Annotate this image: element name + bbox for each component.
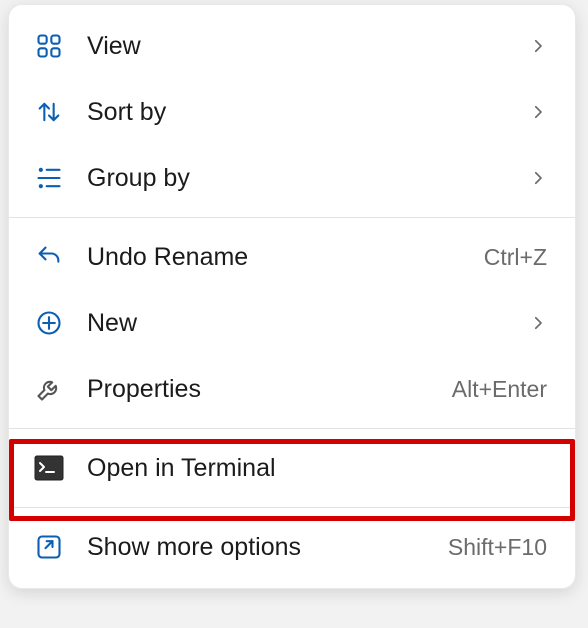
menu-item-label: Sort by bbox=[87, 98, 529, 127]
wrench-icon bbox=[31, 375, 67, 403]
menu-item-label: View bbox=[87, 32, 529, 61]
chevron-right-icon bbox=[529, 37, 547, 55]
undo-icon bbox=[31, 243, 67, 271]
menu-item-label: Properties bbox=[87, 375, 452, 404]
chevron-right-icon bbox=[529, 314, 547, 332]
menu-item-view[interactable]: View bbox=[9, 13, 575, 79]
menu-item-label: Group by bbox=[87, 164, 529, 193]
menu-item-group-by[interactable]: Group by bbox=[9, 145, 575, 211]
menu-separator bbox=[9, 507, 575, 508]
chevron-right-icon bbox=[529, 103, 547, 121]
menu-item-properties[interactable]: Properties Alt+Enter bbox=[9, 356, 575, 422]
menu-item-shortcut: Shift+F10 bbox=[448, 534, 547, 561]
menu-item-label: Show more options bbox=[87, 533, 448, 562]
menu-item-sort-by[interactable]: Sort by bbox=[9, 79, 575, 145]
grid-icon bbox=[31, 32, 67, 60]
menu-separator bbox=[9, 217, 575, 218]
menu-separator bbox=[9, 428, 575, 429]
expand-icon bbox=[31, 533, 67, 561]
chevron-right-icon bbox=[529, 169, 547, 187]
sort-icon bbox=[31, 98, 67, 126]
menu-item-label: Open in Terminal bbox=[87, 454, 547, 483]
menu-item-shortcut: Ctrl+Z bbox=[484, 244, 547, 271]
plus-circle-icon bbox=[31, 309, 67, 337]
menu-item-show-more-options[interactable]: Show more options Shift+F10 bbox=[9, 514, 575, 580]
menu-item-undo-rename[interactable]: Undo Rename Ctrl+Z bbox=[9, 224, 575, 290]
menu-item-new[interactable]: New bbox=[9, 290, 575, 356]
context-menu: View Sort by bbox=[8, 4, 576, 589]
menu-item-open-in-terminal[interactable]: Open in Terminal bbox=[9, 435, 575, 501]
terminal-icon bbox=[31, 455, 67, 481]
menu-item-label: Undo Rename bbox=[87, 243, 484, 272]
group-icon bbox=[31, 164, 67, 192]
menu-item-label: New bbox=[87, 309, 529, 338]
menu-item-shortcut: Alt+Enter bbox=[452, 376, 547, 403]
